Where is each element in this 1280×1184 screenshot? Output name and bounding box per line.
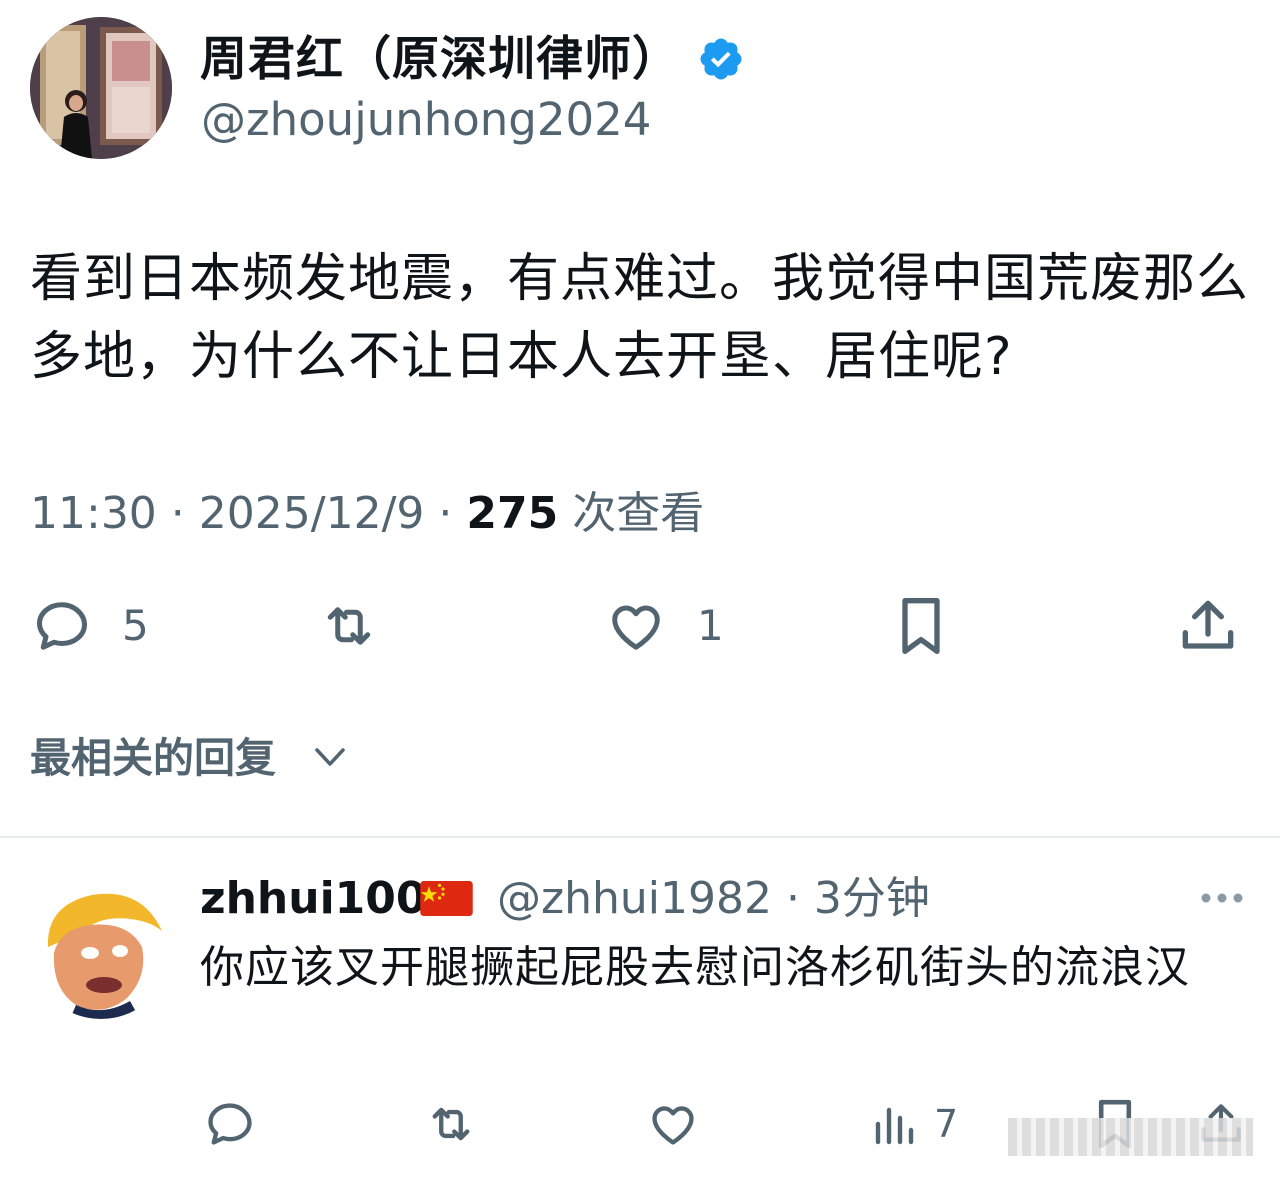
author-handle[interactable]: @zhoujunhong2024 — [201, 90, 651, 150]
retweet-icon — [432, 1107, 470, 1141]
reply-count: 5 — [122, 601, 149, 650]
reply-avatar[interactable] — [30, 877, 172, 1019]
views-label: 次查看 — [572, 488, 705, 539]
replies-sort-label[interactable]: 最相关的回复 — [30, 728, 276, 788]
meta-separator: · — [156, 488, 199, 539]
share-button[interactable] — [1176, 594, 1240, 658]
divider — [0, 836, 1280, 838]
views-count: 275 — [466, 488, 559, 539]
reply-views-button[interactable]: 7 — [870, 1098, 958, 1150]
tweet-meta: 11:30 · 2025/12/9 · 275 次查看 — [30, 484, 704, 544]
like-icon — [612, 605, 660, 650]
reply-retweet-button[interactable] — [420, 1098, 482, 1150]
reply-author-name[interactable]: zhhui100 — [200, 870, 427, 928]
reply-text: 你应该叉开腿撅起屁股去慰问洛杉矶街头的流浪汉 — [200, 942, 1190, 993]
watermark-overlay — [1008, 1118, 1253, 1156]
reply-reply-button[interactable] — [203, 1098, 257, 1150]
meta-separator: · — [424, 488, 467, 539]
retweet-button[interactable] — [313, 596, 385, 656]
reply-icon — [37, 602, 87, 650]
reply-handle-time[interactable]: @zhhui1982 · 3分钟 — [497, 870, 930, 928]
china-flag-icon — [420, 881, 473, 916]
bookmark-icon — [902, 598, 940, 654]
author-avatar[interactable] — [30, 17, 172, 159]
reply-views-count: 7 — [934, 1102, 959, 1146]
reply-icon — [208, 1103, 252, 1145]
views-icon — [875, 1107, 914, 1145]
share-icon — [1182, 600, 1234, 649]
more-icon[interactable] — [1198, 890, 1246, 910]
tweet-time[interactable]: 11:30 — [30, 488, 157, 539]
chevron-down-icon[interactable] — [313, 744, 347, 774]
tweet-text: 看到日本频发地震，有点难过。我觉得中国荒废那么多地，为什么不让日本人去开垦、居住… — [30, 249, 1250, 387]
like-count: 1 — [697, 601, 724, 650]
retweet-icon — [327, 607, 371, 645]
author-name[interactable]: 周君红（原深圳律师） — [200, 30, 680, 90]
reply-like-button[interactable] — [645, 1098, 701, 1150]
reply-button[interactable]: 5 — [30, 596, 149, 656]
like-icon — [652, 1106, 694, 1145]
tweet-date[interactable]: 2025/12/9 — [199, 488, 425, 539]
like-button[interactable]: 1 — [603, 596, 724, 656]
verified-badge-icon — [697, 35, 745, 83]
bookmark-button[interactable] — [893, 594, 949, 658]
